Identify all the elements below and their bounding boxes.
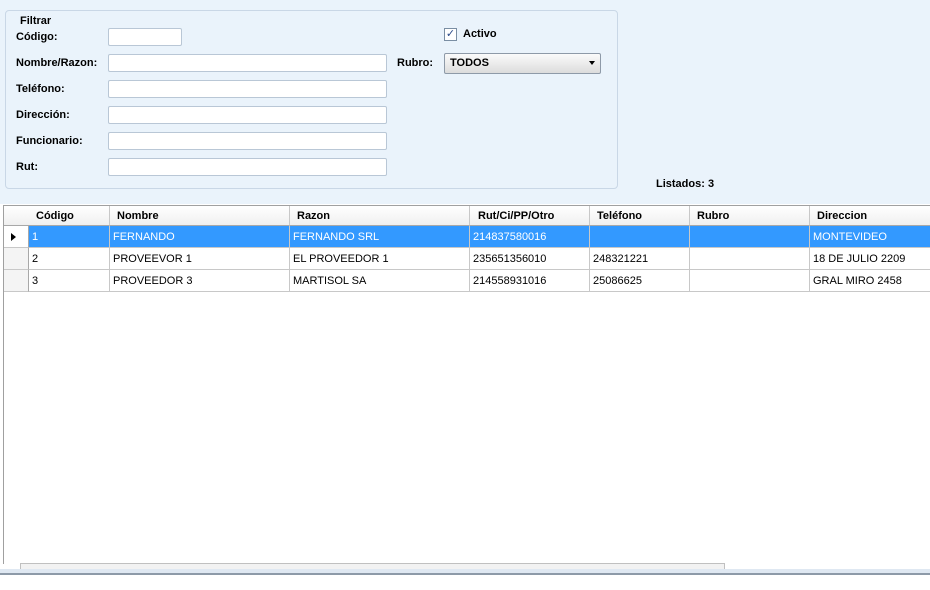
row-header[interactable] — [4, 270, 29, 292]
cell-rubro[interactable] — [690, 248, 810, 270]
cell-razon[interactable]: MARTISOL SA — [290, 270, 470, 292]
column-header-rut[interactable]: Rut/Ci/PP/Otro — [470, 206, 590, 226]
cell-direccion[interactable]: 18 DE JULIO 2209 — [810, 248, 930, 270]
funcionario-input[interactable] — [108, 132, 387, 150]
cell-nombre[interactable]: PROVEEDOR 3 — [110, 270, 290, 292]
column-header-nombre[interactable]: Nombre — [110, 206, 290, 226]
filter-title: Filtrar — [18, 15, 54, 27]
triangle-right-icon — [11, 233, 16, 241]
cell-nombre[interactable]: PROVEEVOR 1 — [110, 248, 290, 270]
codigo-label: Código: — [16, 31, 58, 43]
rubro-select[interactable]: TODOS — [444, 53, 601, 74]
nombre-razon-label: Nombre/Razon: — [16, 57, 98, 69]
codigo-input[interactable] — [108, 28, 182, 46]
row-header[interactable] — [4, 248, 29, 270]
rut-label: Rut: — [16, 161, 38, 173]
funcionario-label: Funcionario: — [16, 135, 83, 147]
cell-codigo[interactable]: 1 — [29, 226, 110, 248]
column-header-razon[interactable]: Razon — [290, 206, 470, 226]
rut-input[interactable] — [108, 158, 387, 176]
table-row[interactable]: 3 PROVEEDOR 3 MARTISOL SA 214558931016 2… — [4, 270, 930, 292]
listados-count: Listados: 3 — [656, 178, 715, 190]
cell-telefono[interactable] — [590, 226, 690, 248]
rubro-selected-value: TODOS — [450, 57, 489, 69]
activo-label: Activo — [463, 28, 497, 40]
rubro-label: Rubro: — [397, 57, 434, 69]
nombre-razon-input[interactable] — [108, 54, 387, 72]
cell-codigo[interactable]: 2 — [29, 248, 110, 270]
bottom-border — [0, 569, 930, 575]
cell-rut[interactable]: 214558931016 — [470, 270, 590, 292]
column-header-direccion[interactable]: Direccion — [810, 206, 930, 226]
telefono-label: Teléfono: — [16, 83, 65, 95]
cell-direccion[interactable]: GRAL MIRO 2458 — [810, 270, 930, 292]
cell-codigo[interactable]: 3 — [29, 270, 110, 292]
row-header[interactable] — [4, 226, 29, 248]
direccion-input[interactable] — [108, 106, 387, 124]
column-header-telefono[interactable]: Teléfono — [590, 206, 690, 226]
column-header-rubro[interactable]: Rubro — [690, 206, 810, 226]
cell-rut[interactable]: 214837580016 — [470, 226, 590, 248]
cell-direccion[interactable]: MONTEVIDEO — [810, 226, 930, 248]
grid-corner-header — [4, 206, 30, 226]
cell-rubro[interactable] — [690, 226, 810, 248]
table-row[interactable]: 2 PROVEEVOR 1 EL PROVEEDOR 1 23565135601… — [4, 248, 930, 270]
activo-checkbox[interactable]: ✓ — [444, 28, 457, 41]
chevron-down-icon — [589, 61, 595, 65]
cell-rubro[interactable] — [690, 270, 810, 292]
direccion-label: Dirección: — [16, 109, 70, 121]
checkmark-icon: ✓ — [445, 28, 456, 40]
column-header-codigo[interactable]: Código — [29, 206, 110, 226]
cell-telefono[interactable]: 248321221 — [590, 248, 690, 270]
proveedores-grid: Código Nombre Razon Rut/Ci/PP/Otro Teléf… — [3, 205, 930, 564]
cell-razon[interactable]: FERNANDO SRL — [290, 226, 470, 248]
cell-telefono[interactable]: 25086625 — [590, 270, 690, 292]
filter-panel: Filtrar Código: Nombre/Razon: Teléfono: … — [0, 0, 930, 204]
telefono-input[interactable] — [108, 80, 387, 98]
cell-rut[interactable]: 235651356010 — [470, 248, 590, 270]
cell-razon[interactable]: EL PROVEEDOR 1 — [290, 248, 470, 270]
table-row[interactable]: 1 FERNANDO FERNANDO SRL 214837580016 MON… — [4, 226, 930, 248]
cell-nombre[interactable]: FERNANDO — [110, 226, 290, 248]
